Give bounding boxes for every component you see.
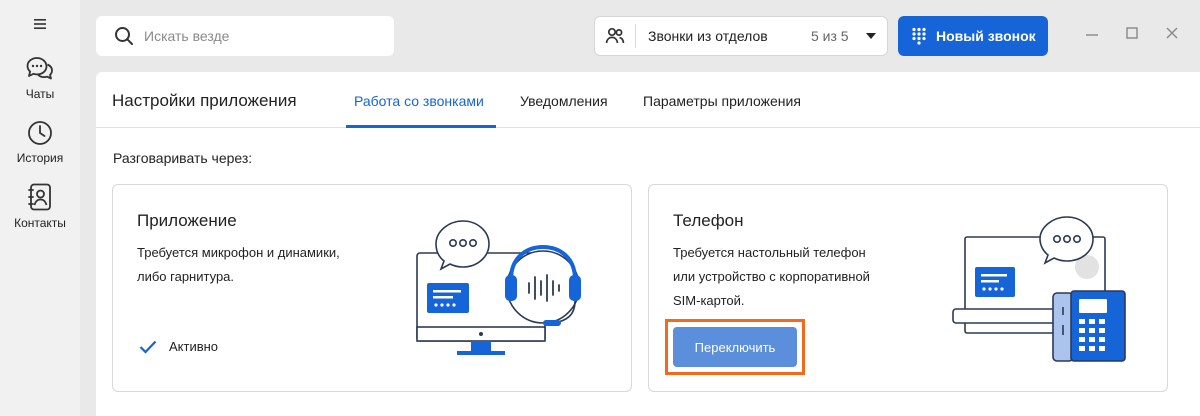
- app-option-card[interactable]: Приложение Требуется микрофон и динамики…: [112, 184, 632, 392]
- settings-header: Настройки приложения Работа со звонками …: [96, 72, 1200, 128]
- phone-option-card[interactable]: Телефон Требуется настольный телефон или…: [648, 184, 1168, 392]
- chats-icon: [26, 57, 53, 80]
- search-box[interactable]: [96, 16, 394, 56]
- new-call-label: Новый звонок: [936, 28, 1036, 44]
- sidebar-item-label: История: [16, 151, 64, 165]
- sidebar-item-label: Контакты: [14, 216, 66, 230]
- headset-computer-illustration: [416, 220, 581, 355]
- new-call-button[interactable]: Новый звонок: [898, 16, 1048, 56]
- sidebar-item-chats[interactable]: Чаты: [0, 55, 80, 101]
- department-count: 5 из 5: [811, 28, 849, 44]
- sidebar-item-label: Чаты: [25, 87, 55, 101]
- close-icon[interactable]: [1165, 26, 1179, 40]
- page-title: Настройки приложения: [112, 91, 297, 110]
- app-desc-line: либо гарнитура.: [137, 269, 235, 284]
- tab-notifications[interactable]: Уведомления: [520, 93, 608, 109]
- hamburger-menu-button[interactable]: [30, 14, 50, 34]
- active-status: Активно: [139, 339, 218, 354]
- group-icon: [605, 27, 625, 44]
- active-tab-indicator: [346, 125, 496, 128]
- department-calls-dropdown[interactable]: Звонки из отделов 5 из 5: [594, 16, 888, 56]
- app-desc-line: Требуется микрофон и динамики,: [137, 245, 340, 260]
- dropdown-separator: [635, 24, 636, 48]
- app-card-description: Требуется микрофон и динамики, либо гарн…: [137, 241, 340, 289]
- tab-app-parameters[interactable]: Параметры приложения: [643, 93, 801, 109]
- department-label: Звонки из отделов: [648, 28, 768, 44]
- phone-desc-line: SIM-картой.: [673, 293, 745, 308]
- phone-desc-line: или устройство с корпоративной: [673, 269, 870, 284]
- sidebar-item-history[interactable]: История: [0, 119, 80, 165]
- settings-panel: Настройки приложения Работа со звонками …: [96, 72, 1200, 416]
- search-input[interactable]: [144, 28, 374, 44]
- phone-card-description: Требуется настольный телефон или устройс…: [673, 241, 870, 313]
- phone-card-title: Телефон: [673, 211, 744, 230]
- app-card-title: Приложение: [137, 211, 237, 230]
- caret-down-icon: [866, 33, 876, 39]
- phone-desc-line: Требуется настольный телефон: [673, 245, 866, 260]
- talk-via-label: Разговаривать через:: [113, 150, 253, 166]
- switch-highlight: Переключить: [665, 319, 805, 375]
- checkmark-icon: [139, 340, 157, 354]
- hamburger-icon: [34, 19, 46, 29]
- sidebar: Чаты История Контакты: [0, 0, 80, 416]
- history-icon: [28, 121, 52, 145]
- sidebar-item-contacts[interactable]: Контакты: [0, 182, 80, 230]
- search-icon: [115, 27, 133, 45]
- status-label: Активно: [169, 339, 219, 354]
- minimize-icon[interactable]: [1085, 26, 1099, 40]
- dialpad-icon: [912, 27, 926, 45]
- desk-phone-illustration: [952, 216, 1126, 362]
- switch-button[interactable]: Переключить: [673, 327, 797, 367]
- maximize-icon[interactable]: [1125, 26, 1139, 40]
- contacts-icon: [28, 183, 51, 211]
- tab-calls[interactable]: Работа со звонками: [354, 93, 484, 109]
